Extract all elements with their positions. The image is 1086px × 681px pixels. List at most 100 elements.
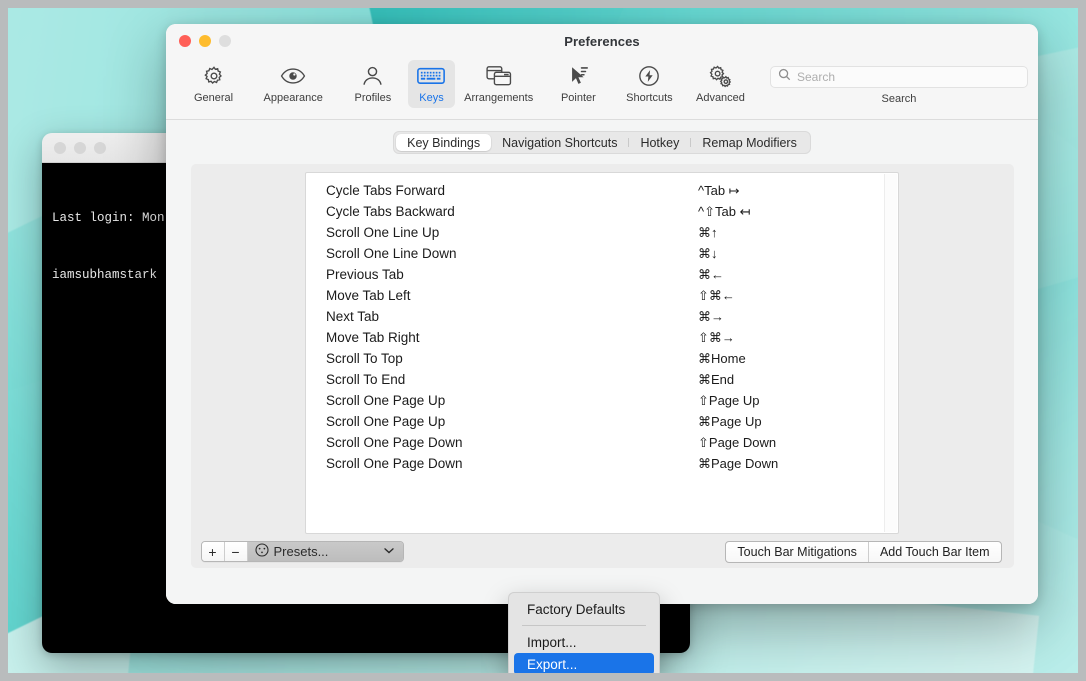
panel-bottom-bar: + − Presets... Touch Bar Mitigations Add… (191, 536, 1014, 568)
toolbar-item-label: Shortcuts (626, 92, 673, 104)
search-box[interactable] (769, 66, 1028, 88)
table-row[interactable]: Scroll To End ⌘End (306, 369, 898, 390)
key-binding-keys: ⌘→ (698, 308, 724, 324)
preferences-toolbar: General Appearance Profiles Keys Arrange… (166, 58, 1038, 120)
key-binding-action: Scroll One Page Down (326, 456, 463, 471)
preferences-window[interactable]: Preferences General Appearance Profiles … (166, 24, 1038, 673)
menu-item-label: Factory Defaults (527, 601, 626, 617)
key-binding-action: Scroll One Line Down (326, 246, 457, 261)
tab-navigation-shortcuts[interactable]: Navigation Shortcuts (491, 134, 628, 151)
key-binding-action: Scroll One Page Down (326, 435, 463, 450)
toolbar-item-label: Profiles (354, 92, 392, 104)
toolbar-item-label: Keys (419, 92, 444, 104)
presets-menu: Factory Defaults Import... Export... (508, 592, 660, 673)
key-binding-keys: ^⇧Tab ↤ (698, 203, 751, 219)
terminal-zoom-button[interactable] (94, 141, 106, 154)
table-row[interactable]: Move Tab Left ⇧⌘← (306, 285, 898, 306)
preferences-titlebar[interactable]: Preferences (166, 24, 1038, 58)
key-binding-action: Move Tab Left (326, 288, 411, 303)
search-input[interactable] (796, 70, 1020, 84)
add-binding-button[interactable]: + (201, 542, 225, 562)
gear-icon (203, 63, 225, 89)
menu-item-factory-defaults[interactable]: Factory Defaults (514, 598, 654, 620)
table-row[interactable]: Cycle Tabs Forward ^Tab ↦ (306, 180, 898, 201)
table-row[interactable]: Move Tab Right ⇧⌘→ (306, 327, 898, 348)
list-scrollbar[interactable] (884, 174, 897, 532)
search-icon (778, 68, 791, 86)
table-row[interactable]: Scroll One Page Down ⌘Page Down (306, 453, 898, 474)
key-bindings-rows: Cycle Tabs Forward ^Tab ↦ Cycle Tabs Backw… (306, 173, 898, 474)
tab-bar: Key Bindings Navigation Shortcuts Hotkey… (393, 131, 811, 154)
toolbar-item-shortcuts[interactable]: Shortcuts (614, 60, 685, 108)
touch-bar-mitigations-button[interactable]: Touch Bar Mitigations (726, 541, 869, 562)
table-row[interactable]: Previous Tab ⌘← (306, 264, 898, 285)
menu-item-import[interactable]: Import... (514, 631, 654, 653)
presets-control-group: + − Presets... (200, 541, 404, 563)
table-row[interactable]: Scroll One Page Up ⌘Page Up (306, 411, 898, 432)
key-bindings-panel: Cycle Tabs Forward ^Tab ↦ Cycle Tabs Backw… (190, 164, 1014, 568)
key-binding-keys: ⌘↓ (698, 245, 718, 261)
key-binding-keys: ⌘↑ (698, 224, 718, 240)
key-binding-keys: ⇧Page Up (698, 392, 760, 408)
terminal-minimize-button[interactable] (74, 141, 86, 154)
bolt-circle-icon (638, 63, 660, 89)
toolbar-item-label: General (193, 92, 234, 104)
key-binding-action: Previous Tab (326, 267, 404, 282)
zoom-button[interactable] (219, 35, 231, 47)
menu-item-label: Import... (527, 634, 577, 650)
desktop: Last login: Mon iamsubhamstark Preferenc… (8, 8, 1078, 673)
key-binding-keys: ⌘Page Up (698, 413, 762, 429)
toolbar-item-appearance[interactable]: Appearance (249, 60, 337, 108)
search-caption: Search (881, 93, 917, 105)
toolbar-item-arrangements[interactable]: Arrangements (455, 60, 543, 108)
toolbar-item-profiles[interactable]: Profiles (337, 60, 408, 108)
table-row[interactable]: Next Tab ⌘→ (306, 306, 898, 327)
dots-circle-icon (254, 543, 269, 560)
key-binding-action: Scroll One Line Up (326, 225, 440, 240)
touch-bar-button-group: Touch Bar Mitigations Add Touch Bar Item (725, 540, 1002, 563)
key-binding-keys: ⇧⌘→ (698, 329, 735, 345)
toolbar-item-advanced[interactable]: Advanced (685, 60, 756, 108)
toolbar-item-label: Pointer (560, 92, 596, 104)
table-row[interactable]: Cycle Tabs Backward ^⇧Tab ↤ (306, 201, 898, 222)
key-binding-keys: ⌘← (698, 266, 724, 282)
person-icon (362, 63, 383, 89)
table-row[interactable]: Scroll One Line Down ⌘↓ (306, 243, 898, 264)
eye-icon (280, 63, 306, 89)
table-row[interactable]: Scroll To Top ⌘Home (306, 348, 898, 369)
key-bindings-list[interactable]: Cycle Tabs Forward ^Tab ↦ Cycle Tabs Backw… (305, 172, 899, 534)
tab-hotkey[interactable]: Hotkey (629, 134, 690, 151)
toolbar-item-label: Advanced (695, 92, 745, 104)
toolbar-item-label: Arrangements (464, 92, 534, 104)
toolbar-item-pointer[interactable]: Pointer (543, 60, 614, 108)
tab-key-bindings[interactable]: Key Bindings (396, 134, 492, 151)
key-binding-keys: ^Tab ↦ (698, 182, 740, 198)
table-row[interactable]: Scroll One Page Up ⇧Page Up (306, 390, 898, 411)
table-row[interactable]: Scroll One Page Down ⇧Page Down (306, 432, 898, 453)
tab-label: Key Bindings (407, 135, 481, 150)
minimize-button[interactable] (199, 35, 211, 47)
key-binding-keys: ⇧Page Down (698, 434, 777, 450)
presets-dropdown[interactable]: Presets... (247, 542, 403, 562)
remove-binding-button[interactable]: − (224, 542, 248, 562)
key-binding-keys: ⌘Page Down (698, 455, 779, 471)
menu-separator (522, 625, 646, 626)
chevron-down-icon (383, 546, 394, 557)
toolbar-search-group: Search (769, 60, 1028, 105)
menu-item-export[interactable]: Export... (514, 653, 654, 673)
toolbar-item-general[interactable]: General (178, 60, 249, 108)
terminal-close-button[interactable] (54, 141, 66, 154)
add-touch-bar-item-button[interactable]: Add Touch Bar Item (869, 542, 1001, 562)
key-binding-keys: ⌘End (698, 371, 735, 387)
preferences-content: Key Bindings Navigation Shortcuts Hotkey… (166, 120, 1038, 604)
close-button[interactable] (179, 35, 191, 47)
gears-icon (708, 63, 733, 89)
menu-item-label: Export... (527, 656, 578, 672)
key-binding-action: Next Tab (326, 309, 380, 324)
key-binding-action: Move Tab Right (326, 330, 420, 345)
key-binding-action: Cycle Tabs Forward (326, 183, 446, 198)
windows-icon (486, 63, 512, 89)
toolbar-item-keys[interactable]: Keys (408, 60, 455, 108)
tab-remap-modifiers[interactable]: Remap Modifiers (691, 134, 807, 151)
table-row[interactable]: Scroll One Line Up ⌘↑ (306, 222, 898, 243)
